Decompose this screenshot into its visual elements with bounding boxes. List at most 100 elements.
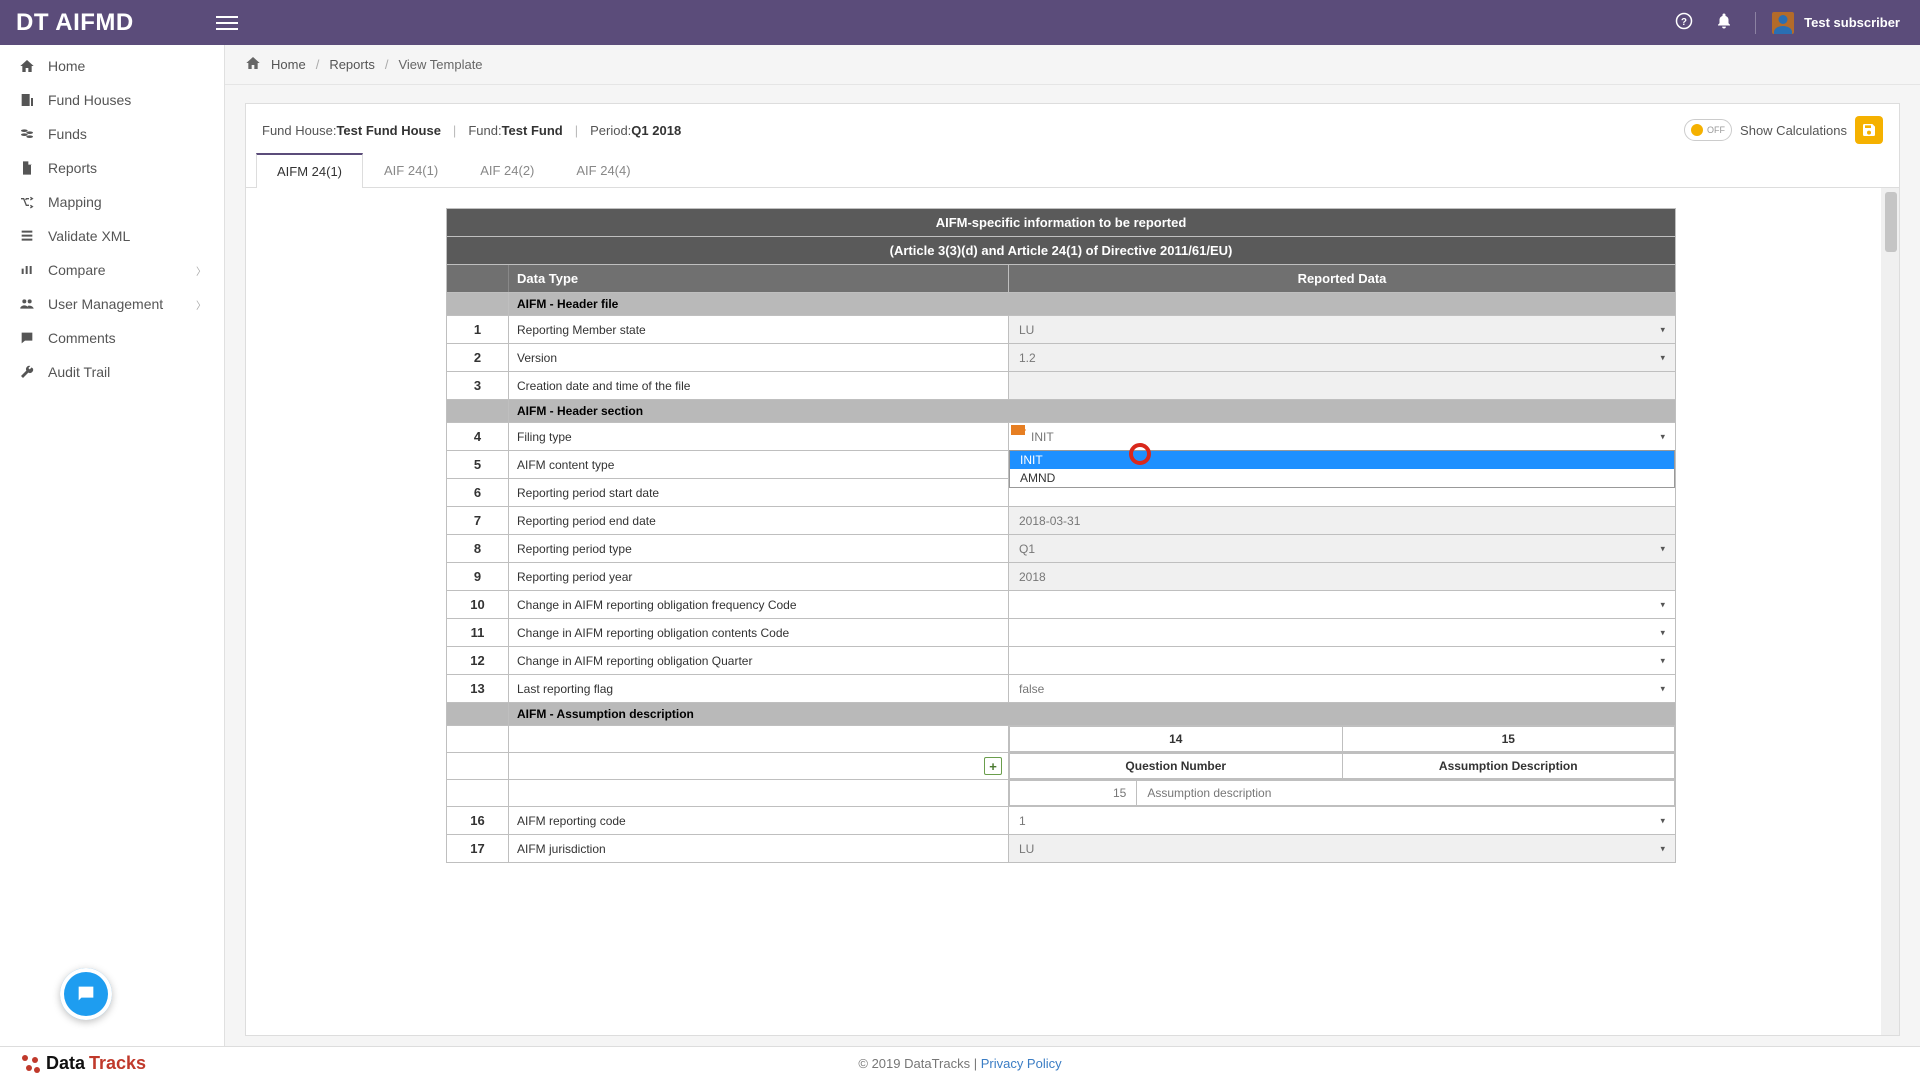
sidebar-item-label: Comments bbox=[48, 330, 116, 346]
users-icon bbox=[18, 296, 36, 312]
sidebar-item-label: User Management bbox=[48, 296, 163, 312]
row-label: Reporting Member state bbox=[509, 316, 1009, 344]
row-value-13[interactable]: false bbox=[1009, 675, 1676, 703]
row-value-4[interactable]: INITINITAMND bbox=[1009, 423, 1676, 451]
logo-icon bbox=[20, 1053, 42, 1075]
stack-icon bbox=[18, 228, 36, 244]
chevron-right-icon: 〉 bbox=[196, 297, 206, 312]
dropdown-option[interactable]: AMND bbox=[1010, 469, 1674, 487]
sidebar-item-label: Funds bbox=[48, 126, 87, 142]
row-value-17: LU bbox=[1009, 835, 1676, 863]
bc-reports[interactable]: Reports bbox=[329, 57, 375, 72]
footer-logo: DataTracks bbox=[20, 1053, 146, 1075]
row-label: Change in AIFM reporting obligation Quar… bbox=[509, 647, 1009, 675]
add-row-button[interactable]: + bbox=[984, 757, 1002, 775]
row-value-11[interactable] bbox=[1009, 619, 1676, 647]
file-icon bbox=[18, 160, 36, 176]
sidebar-item-label: Validate XML bbox=[48, 228, 130, 244]
bars-icon bbox=[18, 262, 36, 278]
grid-title-1: AIFM-specific information to be reported bbox=[447, 209, 1676, 237]
row-label: Reporting period type bbox=[509, 535, 1009, 563]
breadcrumb: Home / Reports / View Template bbox=[225, 45, 1920, 85]
comment-icon bbox=[18, 330, 36, 346]
col-data-type: Data Type bbox=[509, 265, 1009, 293]
section-header-section: AIFM - Header section bbox=[509, 400, 1676, 423]
row-label: AIFM reporting code bbox=[509, 807, 1009, 835]
help-icon[interactable]: ? bbox=[1675, 12, 1693, 33]
row-value-2: 1.2 bbox=[1009, 344, 1676, 372]
row-value-12[interactable] bbox=[1009, 647, 1676, 675]
user-menu[interactable]: Test subscriber bbox=[1755, 12, 1900, 34]
bc-current: View Template bbox=[398, 57, 482, 72]
row-label: Reporting period start date bbox=[509, 479, 1009, 507]
assumption-qn[interactable]: 15 bbox=[1010, 781, 1137, 806]
sidebar-item-validate-xml[interactable]: Validate XML bbox=[0, 219, 224, 253]
svg-text:?: ? bbox=[1681, 17, 1687, 28]
grid-scroll-area[interactable]: AIFM-specific information to be reported… bbox=[246, 188, 1899, 1035]
footer: DataTracks © 2019 DataTracks | Privacy P… bbox=[0, 1046, 1920, 1080]
sidebar: Home Fund Houses Funds Reports Mapping Valida… bbox=[0, 45, 225, 1046]
row-value-3 bbox=[1009, 372, 1676, 400]
sidebar-item-comments[interactable]: Comments bbox=[0, 321, 224, 355]
sidebar-item-user-management[interactable]: User Management 〉 bbox=[0, 287, 224, 321]
sidebar-item-audit-trail[interactable]: Audit Trail bbox=[0, 355, 224, 389]
sidebar-item-home[interactable]: Home bbox=[0, 49, 224, 83]
row-label: Version bbox=[509, 344, 1009, 372]
home-icon[interactable] bbox=[245, 55, 261, 74]
assumption-desc[interactable]: Assumption description bbox=[1137, 781, 1675, 806]
row-label: Filing type bbox=[509, 423, 1009, 451]
row-label: Change in AIFM reporting obligation freq… bbox=[509, 591, 1009, 619]
menu-toggle-icon[interactable] bbox=[216, 12, 238, 34]
row-label: AIFM content type bbox=[509, 451, 1009, 479]
tab-aifm-24-1-[interactable]: AIFM 24(1) bbox=[256, 153, 363, 188]
row-value-8: Q1 bbox=[1009, 535, 1676, 563]
section-header-file: AIFM - Header file bbox=[509, 293, 1676, 316]
row-label: Creation date and time of the file bbox=[509, 372, 1009, 400]
topbar: DT AIFMD ? Test subscriber bbox=[0, 0, 1920, 45]
highlight-circle-icon bbox=[1129, 443, 1151, 465]
row-label: AIFM jurisdiction bbox=[509, 835, 1009, 863]
row-value-16[interactable]: 1 bbox=[1009, 807, 1676, 835]
tab-aif-24-1-[interactable]: AIF 24(1) bbox=[363, 153, 459, 188]
section-assumption: AIFM - Assumption description bbox=[509, 703, 1676, 726]
row-label: Last reporting flag bbox=[509, 675, 1009, 703]
col-reported: Reported Data bbox=[1009, 265, 1676, 293]
sidebar-item-label: Mapping bbox=[48, 194, 102, 210]
save-button[interactable] bbox=[1855, 116, 1883, 144]
sidebar-item-funds[interactable]: Funds bbox=[0, 117, 224, 151]
row-value-1: LU bbox=[1009, 316, 1676, 344]
brand-title: DT AIFMD bbox=[8, 9, 208, 37]
row-label: Change in AIFM reporting obligation cont… bbox=[509, 619, 1009, 647]
privacy-link[interactable]: Privacy Policy bbox=[981, 1056, 1062, 1071]
chevron-right-icon: 〉 bbox=[196, 263, 206, 278]
show-calc-toggle[interactable]: OFF bbox=[1684, 119, 1732, 141]
tab-bar: AIFM 24(1)AIF 24(1)AIF 24(2)AIF 24(4) bbox=[246, 152, 1899, 188]
row-value-7: 2018-03-31 bbox=[1009, 507, 1676, 535]
sidebar-item-reports[interactable]: Reports bbox=[0, 151, 224, 185]
bell-icon[interactable] bbox=[1715, 12, 1733, 33]
chat-fab[interactable] bbox=[60, 968, 112, 1020]
sidebar-item-fund-houses[interactable]: Fund Houses bbox=[0, 83, 224, 117]
user-name: Test subscriber bbox=[1804, 15, 1900, 30]
row-label: Reporting period end date bbox=[509, 507, 1009, 535]
row-label: Reporting period year bbox=[509, 563, 1009, 591]
bc-home[interactable]: Home bbox=[271, 57, 306, 72]
scrollbar-vertical[interactable] bbox=[1881, 188, 1899, 1035]
dropdown-option[interactable]: INIT bbox=[1010, 451, 1674, 469]
sidebar-item-compare[interactable]: Compare〉 bbox=[0, 253, 224, 287]
sidebar-item-label: Home bbox=[48, 58, 85, 74]
sidebar-item-label: Reports bbox=[48, 160, 97, 176]
tab-aif-24-2-[interactable]: AIF 24(2) bbox=[459, 153, 555, 188]
report-grid: AIFM-specific information to be reported… bbox=[446, 208, 1676, 863]
sidebar-item-label: Audit Trail bbox=[48, 364, 110, 380]
random-icon bbox=[18, 194, 36, 210]
dropdown-menu[interactable]: INITAMND bbox=[1009, 450, 1675, 488]
sidebar-item-mapping[interactable]: Mapping bbox=[0, 185, 224, 219]
wrench-icon bbox=[18, 364, 36, 380]
row-value-10[interactable] bbox=[1009, 591, 1676, 619]
panel-header: Fund House: Test Fund House | Fund: Test… bbox=[246, 104, 1899, 156]
home-icon bbox=[18, 58, 36, 74]
tab-aif-24-4-[interactable]: AIF 24(4) bbox=[555, 153, 651, 188]
sidebar-item-label: Fund Houses bbox=[48, 92, 131, 108]
avatar bbox=[1772, 12, 1794, 34]
